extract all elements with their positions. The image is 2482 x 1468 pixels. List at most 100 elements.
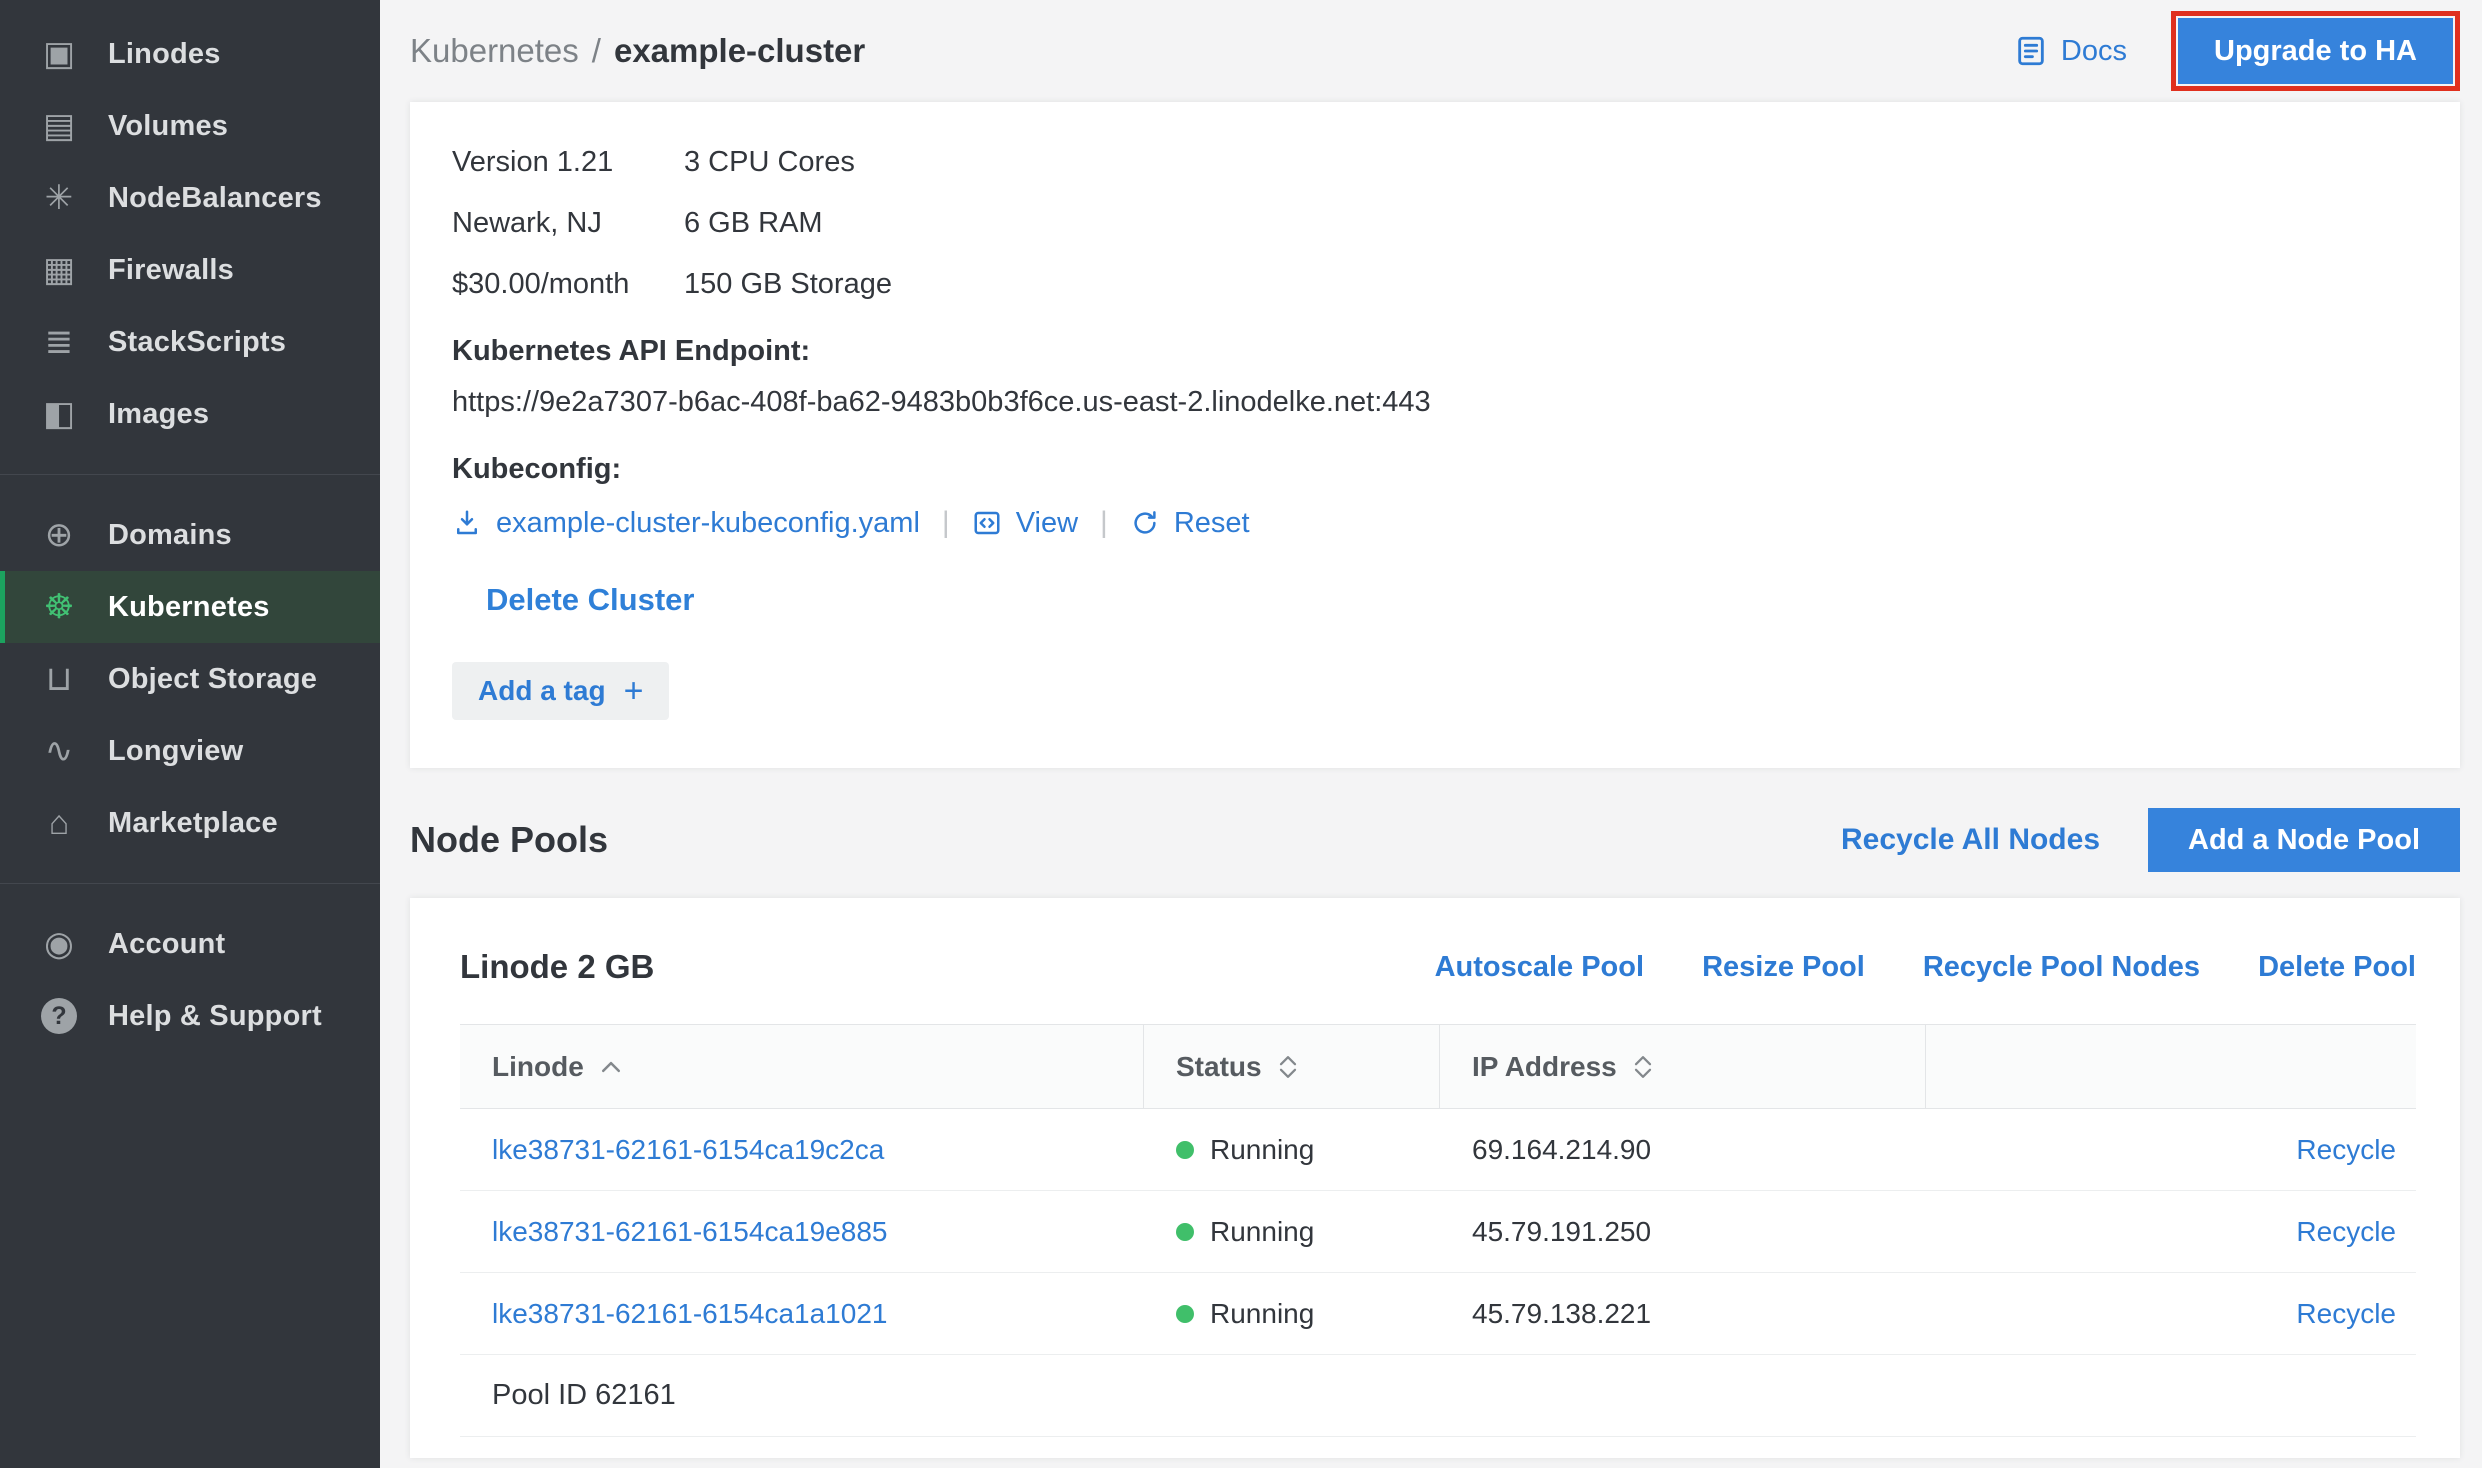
domains-icon: ⊕ (36, 518, 82, 552)
sidebar-item-account[interactable]: ◉ Account (0, 908, 380, 980)
docs-link[interactable]: Docs (2014, 34, 2127, 68)
sidebar-item-label: Firewalls (108, 254, 234, 287)
upgrade-to-ha-button[interactable]: Upgrade to HA (2178, 18, 2453, 84)
sidebar-item-help-support[interactable]: ? Help & Support (0, 980, 380, 1052)
column-header-actions (1926, 1025, 2416, 1108)
cluster-cpu: 3 CPU Cores (684, 146, 2418, 179)
volumes-icon: ▤ (36, 109, 82, 143)
column-label: Linode (492, 1051, 584, 1083)
sidebar-item-object-storage[interactable]: ⊔ Object Storage (0, 643, 380, 715)
sort-both-icon (1278, 1053, 1298, 1081)
pool-id-row: Pool ID 62161 (460, 1355, 2416, 1437)
table-row: lke38731-62161-6154ca19c2ca Running 69.1… (460, 1109, 2416, 1191)
column-header-linode[interactable]: Linode (460, 1025, 1144, 1108)
view-label: View (1016, 507, 1078, 540)
main-content: Kubernetes / example-cluster Docs Upgrad… (380, 0, 2482, 1468)
help-icon: ? (36, 998, 82, 1034)
reset-icon (1130, 508, 1160, 538)
table-row: lke38731-62161-6154ca19e885 Running 45.7… (460, 1191, 2416, 1273)
kubeconfig-row: example-cluster-kubeconfig.yaml | View |… (452, 506, 2418, 540)
recycle-pool-nodes-link[interactable]: Recycle Pool Nodes (1923, 951, 2200, 984)
cluster-region: Newark, NJ (452, 207, 684, 240)
marketplace-icon: ⌂ (36, 806, 82, 840)
cluster-version: Version 1.21 (452, 146, 684, 179)
cluster-ram: 6 GB RAM (684, 207, 2418, 240)
code-view-icon (972, 508, 1002, 538)
sidebar-item-stackscripts[interactable]: ≣ StackScripts (0, 306, 380, 378)
linode-node-link[interactable]: lke38731-62161-6154ca19c2ca (492, 1134, 884, 1166)
node-pools-title: Node Pools (410, 819, 608, 861)
sidebar-item-images[interactable]: ◧ Images (0, 378, 380, 450)
add-node-pool-button[interactable]: Add a Node Pool (2148, 808, 2460, 872)
sidebar-item-kubernetes[interactable]: ☸ Kubernetes (0, 571, 380, 643)
node-pools-actions: Recycle All Nodes Add a Node Pool (1841, 808, 2460, 872)
sidebar-item-domains[interactable]: ⊕ Domains (0, 499, 380, 571)
kubeconfig-download-link[interactable]: example-cluster-kubeconfig.yaml (452, 507, 920, 540)
status-running-icon (1176, 1223, 1194, 1241)
pool-table: Linode Status IP Address (460, 1024, 2416, 1437)
recycle-all-nodes-link[interactable]: Recycle All Nodes (1841, 823, 2100, 857)
header-actions: Docs Upgrade to HA (2014, 11, 2460, 91)
column-header-status[interactable]: Status (1144, 1025, 1440, 1108)
column-label: Status (1176, 1051, 1262, 1083)
status-text: Running (1210, 1298, 1314, 1330)
recycle-node-link[interactable]: Recycle (2296, 1216, 2396, 1248)
add-tag-label: Add a tag (478, 675, 606, 707)
kubeconfig-view-link[interactable]: View (972, 507, 1078, 540)
sidebar-item-label: Linodes (108, 38, 221, 71)
cluster-price: $30.00/month (452, 268, 684, 301)
cluster-summary-card: Version 1.21 3 CPU Cores Newark, NJ 6 GB… (410, 102, 2460, 768)
sidebar-item-label: Domains (108, 519, 232, 552)
status-running-icon (1176, 1305, 1194, 1323)
sidebar-item-label: Object Storage (108, 663, 317, 696)
cluster-storage: 150 GB Storage (684, 268, 2418, 301)
recycle-node-link[interactable]: Recycle (2296, 1298, 2396, 1330)
sidebar-item-firewalls[interactable]: ▦ Firewalls (0, 234, 380, 306)
recycle-node-link[interactable]: Recycle (2296, 1134, 2396, 1166)
sidebar-item-label: Volumes (108, 110, 228, 143)
kubeconfig-separator: | (1100, 506, 1108, 540)
kubeconfig-filename: example-cluster-kubeconfig.yaml (496, 507, 920, 540)
sidebar-item-label: StackScripts (108, 326, 286, 359)
nodebalancers-icon: ✳ (36, 181, 82, 215)
column-header-ip-address[interactable]: IP Address (1440, 1025, 1926, 1108)
breadcrumb-separator: / (592, 32, 601, 70)
delete-cluster-button[interactable]: Delete Cluster (486, 582, 694, 618)
docs-icon (2014, 34, 2048, 68)
plus-icon: + (624, 672, 644, 711)
linode-icon: ▣ (36, 37, 82, 71)
kubernetes-icon: ☸ (36, 590, 82, 624)
sidebar-item-label: Kubernetes (108, 591, 270, 624)
ip-address: 45.79.191.250 (1472, 1216, 1651, 1248)
table-row: lke38731-62161-6154ca1a1021 Running 45.7… (460, 1273, 2416, 1355)
linode-node-link[interactable]: lke38731-62161-6154ca19e885 (492, 1216, 887, 1248)
pool-id: Pool ID 62161 (492, 1379, 676, 1412)
cluster-specs: Version 1.21 3 CPU Cores Newark, NJ 6 GB… (452, 146, 2418, 301)
autoscale-pool-link[interactable]: Autoscale Pool (1435, 951, 1645, 984)
resize-pool-link[interactable]: Resize Pool (1702, 951, 1865, 984)
sidebar-item-label: NodeBalancers (108, 182, 322, 215)
pool-table-header: Linode Status IP Address (460, 1025, 2416, 1109)
pool-actions: Autoscale Pool Resize Pool Recycle Pool … (1435, 951, 2416, 984)
firewalls-icon: ▦ (36, 253, 82, 287)
ip-address: 69.164.214.90 (1472, 1134, 1651, 1166)
sidebar-item-label: Marketplace (108, 807, 278, 840)
sidebar-item-linodes[interactable]: ▣ Linodes (0, 18, 380, 90)
sidebar-item-volumes[interactable]: ▤ Volumes (0, 90, 380, 162)
sidebar-divider (0, 883, 380, 884)
delete-pool-link[interactable]: Delete Pool (2258, 951, 2416, 984)
sidebar-item-nodebalancers[interactable]: ✳ NodeBalancers (0, 162, 380, 234)
sidebar-item-marketplace[interactable]: ⌂ Marketplace (0, 787, 380, 859)
kubeconfig-separator: | (942, 506, 950, 540)
linode-node-link[interactable]: lke38731-62161-6154ca1a1021 (492, 1298, 887, 1330)
add-tag-button[interactable]: Add a tag + (452, 662, 669, 720)
question-mark-icon: ? (41, 998, 77, 1034)
docs-label: Docs (2061, 35, 2127, 68)
page-header: Kubernetes / example-cluster Docs Upgrad… (410, 0, 2460, 102)
kubeconfig-reset-link[interactable]: Reset (1130, 507, 1250, 540)
status-text: Running (1210, 1134, 1314, 1166)
node-pool-card: Linode 2 GB Autoscale Pool Resize Pool R… (410, 898, 2460, 1458)
breadcrumb-kubernetes-link[interactable]: Kubernetes (410, 32, 579, 70)
column-label: IP Address (1472, 1051, 1617, 1083)
sidebar-item-longview[interactable]: ∿ Longview (0, 715, 380, 787)
